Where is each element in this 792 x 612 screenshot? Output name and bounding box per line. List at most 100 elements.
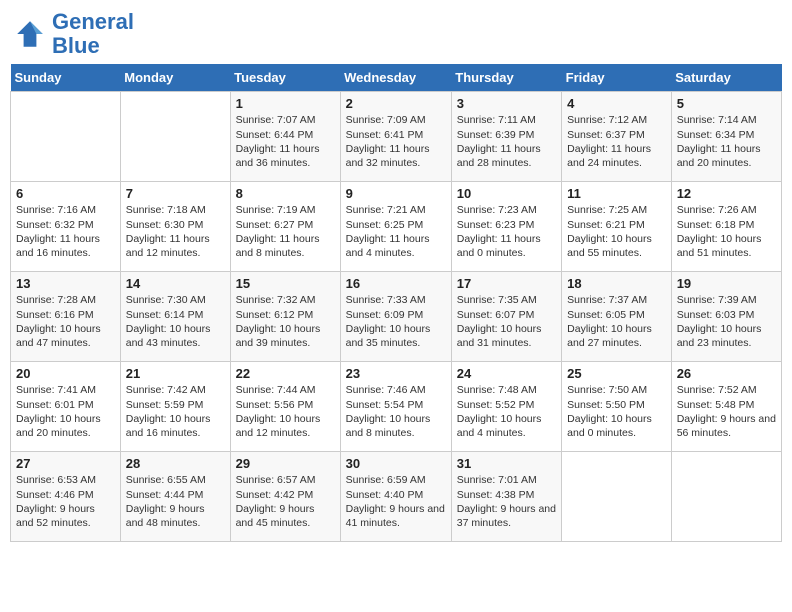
- weekday-header-wednesday: Wednesday: [340, 64, 451, 92]
- day-cell: 21 Sunrise: 7:42 AM Sunset: 5:59 PM Dayli…: [120, 362, 230, 452]
- day-info: Sunrise: 7:01 AM Sunset: 4:38 PM Dayligh…: [457, 473, 556, 530]
- day-info: Sunrise: 7:37 AM Sunset: 6:05 PM Dayligh…: [567, 293, 666, 350]
- day-cell: 31 Sunrise: 7:01 AM Sunset: 4:38 PM Dayli…: [451, 452, 561, 542]
- weekday-header-saturday: Saturday: [671, 64, 781, 92]
- day-cell: 28 Sunrise: 6:55 AM Sunset: 4:44 PM Dayli…: [120, 452, 230, 542]
- day-info: Sunrise: 7:52 AM Sunset: 5:48 PM Dayligh…: [677, 383, 776, 440]
- day-cell: 8 Sunrise: 7:19 AM Sunset: 6:27 PM Daylig…: [230, 182, 340, 272]
- day-info: Sunrise: 7:11 AM Sunset: 6:39 PM Dayligh…: [457, 113, 556, 170]
- day-info: Sunrise: 7:42 AM Sunset: 5:59 PM Dayligh…: [126, 383, 225, 440]
- day-info: Sunrise: 7:23 AM Sunset: 6:23 PM Dayligh…: [457, 203, 556, 260]
- day-cell: 24 Sunrise: 7:48 AM Sunset: 5:52 PM Dayli…: [451, 362, 561, 452]
- day-info: Sunrise: 7:50 AM Sunset: 5:50 PM Dayligh…: [567, 383, 666, 440]
- day-number: 28: [126, 456, 225, 471]
- day-number: 26: [677, 366, 776, 381]
- day-info: Sunrise: 7:18 AM Sunset: 6:30 PM Dayligh…: [126, 203, 225, 260]
- day-info: Sunrise: 7:19 AM Sunset: 6:27 PM Dayligh…: [236, 203, 335, 260]
- week-row-5: 27 Sunrise: 6:53 AM Sunset: 4:46 PM Dayli…: [11, 452, 782, 542]
- day-cell: 27 Sunrise: 6:53 AM Sunset: 4:46 PM Dayli…: [11, 452, 121, 542]
- day-number: 21: [126, 366, 225, 381]
- logo: General Blue: [14, 10, 134, 58]
- day-number: 31: [457, 456, 556, 471]
- day-cell: 30 Sunrise: 6:59 AM Sunset: 4:40 PM Dayli…: [340, 452, 451, 542]
- day-number: 16: [346, 276, 446, 291]
- day-cell: 2 Sunrise: 7:09 AM Sunset: 6:41 PM Daylig…: [340, 92, 451, 182]
- day-cell: 25 Sunrise: 7:50 AM Sunset: 5:50 PM Dayli…: [562, 362, 672, 452]
- day-number: 5: [677, 96, 776, 111]
- weekday-header-tuesday: Tuesday: [230, 64, 340, 92]
- day-info: Sunrise: 6:59 AM Sunset: 4:40 PM Dayligh…: [346, 473, 446, 530]
- day-cell: 18 Sunrise: 7:37 AM Sunset: 6:05 PM Dayli…: [562, 272, 672, 362]
- day-number: 30: [346, 456, 446, 471]
- day-number: 10: [457, 186, 556, 201]
- weekday-header-friday: Friday: [562, 64, 672, 92]
- day-cell: 14Sunrise: 7:30 AM Sunset: 6:14 PM Dayli…: [120, 272, 230, 362]
- day-info: Sunrise: 7:39 AM Sunset: 6:03 PM Dayligh…: [677, 293, 776, 350]
- day-number: 7: [126, 186, 225, 201]
- day-cell: 7 Sunrise: 7:18 AM Sunset: 6:30 PM Daylig…: [120, 182, 230, 272]
- day-cell: 12 Sunrise: 7:26 AM Sunset: 6:18 PM Dayli…: [671, 182, 781, 272]
- day-info: Sunrise: 7:09 AM Sunset: 6:41 PM Dayligh…: [346, 113, 446, 170]
- day-cell: [11, 92, 121, 182]
- day-info: Sunrise: 7:30 AM Sunset: 6:14 PM Dayligh…: [126, 293, 225, 350]
- day-number: 3: [457, 96, 556, 111]
- day-number: 2: [346, 96, 446, 111]
- day-number: 12: [677, 186, 776, 201]
- week-row-4: 20 Sunrise: 7:41 AM Sunset: 6:01 PM Dayli…: [11, 362, 782, 452]
- day-number: 1: [236, 96, 335, 111]
- day-cell: 10 Sunrise: 7:23 AM Sunset: 6:23 PM Dayli…: [451, 182, 561, 272]
- day-cell: 13 Sunrise: 7:28 AM Sunset: 6:16 PM Dayli…: [11, 272, 121, 362]
- weekday-header-sunday: Sunday: [11, 64, 121, 92]
- day-cell: 11Sunrise: 7:25 AM Sunset: 6:21 PM Dayli…: [562, 182, 672, 272]
- day-info: Sunrise: 7:44 AM Sunset: 5:56 PM Dayligh…: [236, 383, 335, 440]
- day-number: 9: [346, 186, 446, 201]
- week-row-3: 13 Sunrise: 7:28 AM Sunset: 6:16 PM Dayli…: [11, 272, 782, 362]
- day-cell: 26 Sunrise: 7:52 AM Sunset: 5:48 PM Dayli…: [671, 362, 781, 452]
- day-number: 8: [236, 186, 335, 201]
- day-number: 20: [16, 366, 115, 381]
- day-cell: 4Sunrise: 7:12 AM Sunset: 6:37 PM Daylig…: [562, 92, 672, 182]
- day-info: Sunrise: 7:07 AM Sunset: 6:44 PM Dayligh…: [236, 113, 335, 170]
- day-number: 29: [236, 456, 335, 471]
- day-number: 22: [236, 366, 335, 381]
- day-cell: 5 Sunrise: 7:14 AM Sunset: 6:34 PM Daylig…: [671, 92, 781, 182]
- day-info: Sunrise: 7:25 AM Sunset: 6:21 PM Dayligh…: [567, 203, 666, 260]
- page-header: General Blue: [10, 10, 782, 58]
- day-number: 25: [567, 366, 666, 381]
- day-cell: 22 Sunrise: 7:44 AM Sunset: 5:56 PM Dayli…: [230, 362, 340, 452]
- day-info: Sunrise: 7:21 AM Sunset: 6:25 PM Dayligh…: [346, 203, 446, 260]
- day-number: 23: [346, 366, 446, 381]
- day-number: 27: [16, 456, 115, 471]
- day-info: Sunrise: 7:16 AM Sunset: 6:32 PM Dayligh…: [16, 203, 115, 260]
- day-number: 15: [236, 276, 335, 291]
- day-info: Sunrise: 6:55 AM Sunset: 4:44 PM Dayligh…: [126, 473, 225, 530]
- day-info: Sunrise: 7:12 AM Sunset: 6:37 PM Dayligh…: [567, 113, 666, 170]
- day-cell: 17Sunrise: 7:35 AM Sunset: 6:07 PM Dayli…: [451, 272, 561, 362]
- day-cell: 19Sunrise: 7:39 AM Sunset: 6:03 PM Dayli…: [671, 272, 781, 362]
- day-cell: 23 Sunrise: 7:46 AM Sunset: 5:54 PM Dayli…: [340, 362, 451, 452]
- logo-icon: [14, 18, 46, 50]
- day-info: Sunrise: 7:14 AM Sunset: 6:34 PM Dayligh…: [677, 113, 776, 170]
- day-cell: 1 Sunrise: 7:07 AM Sunset: 6:44 PM Daylig…: [230, 92, 340, 182]
- day-number: 18: [567, 276, 666, 291]
- day-cell: [671, 452, 781, 542]
- day-cell: 3 Sunrise: 7:11 AM Sunset: 6:39 PM Daylig…: [451, 92, 561, 182]
- day-info: Sunrise: 7:32 AM Sunset: 6:12 PM Dayligh…: [236, 293, 335, 350]
- day-info: Sunrise: 7:41 AM Sunset: 6:01 PM Dayligh…: [16, 383, 115, 440]
- day-info: Sunrise: 6:53 AM Sunset: 4:46 PM Dayligh…: [16, 473, 115, 530]
- day-cell: 9 Sunrise: 7:21 AM Sunset: 6:25 PM Daylig…: [340, 182, 451, 272]
- day-info: Sunrise: 7:28 AM Sunset: 6:16 PM Dayligh…: [16, 293, 115, 350]
- day-number: 6: [16, 186, 115, 201]
- weekday-header-thursday: Thursday: [451, 64, 561, 92]
- day-cell: 15 Sunrise: 7:32 AM Sunset: 6:12 PM Dayli…: [230, 272, 340, 362]
- weekday-header-monday: Monday: [120, 64, 230, 92]
- day-cell: 16Sunrise: 7:33 AM Sunset: 6:09 PM Dayli…: [340, 272, 451, 362]
- day-info: Sunrise: 7:46 AM Sunset: 5:54 PM Dayligh…: [346, 383, 446, 440]
- day-info: Sunrise: 7:48 AM Sunset: 5:52 PM Dayligh…: [457, 383, 556, 440]
- day-number: 13: [16, 276, 115, 291]
- day-number: 24: [457, 366, 556, 381]
- week-row-1: 1 Sunrise: 7:07 AM Sunset: 6:44 PM Daylig…: [11, 92, 782, 182]
- day-info: Sunrise: 7:26 AM Sunset: 6:18 PM Dayligh…: [677, 203, 776, 260]
- day-cell: 6 Sunrise: 7:16 AM Sunset: 6:32 PM Daylig…: [11, 182, 121, 272]
- day-info: Sunrise: 6:57 AM Sunset: 4:42 PM Dayligh…: [236, 473, 335, 530]
